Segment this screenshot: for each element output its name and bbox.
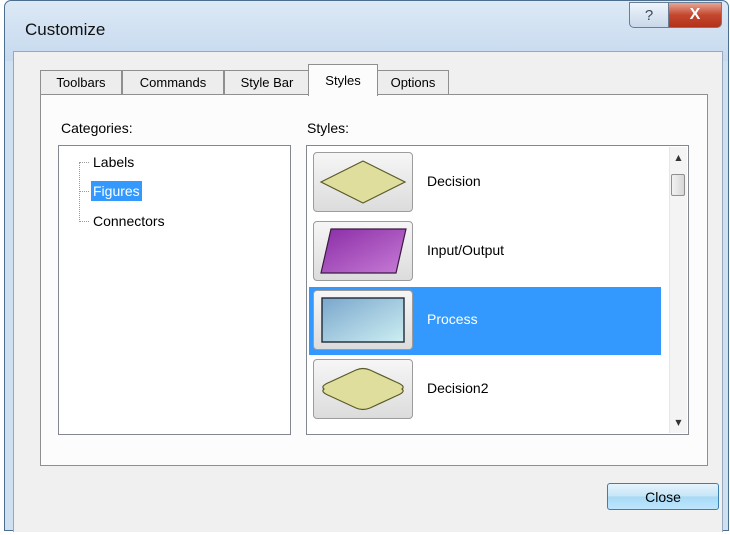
styles-scrollbar[interactable]: ▲ ▼ [669, 147, 687, 433]
tab-commands[interactable]: Commands [122, 70, 224, 94]
diamond-icon [319, 160, 407, 204]
categories-tree[interactable]: Labels Figures Connectors [58, 145, 291, 435]
help-button[interactable]: ? [629, 2, 669, 28]
tab-styles[interactable]: Styles [308, 64, 378, 96]
tab-toolbars[interactable]: Toolbars [40, 70, 122, 94]
window-close-button[interactable]: X [669, 2, 722, 28]
tree-item-figures[interactable]: Figures [91, 181, 142, 201]
style-name: Decision [427, 173, 481, 189]
tab-options[interactable]: Options [377, 70, 449, 94]
style-thumbnail [313, 290, 413, 350]
tab-label: Toolbars [56, 75, 106, 90]
tab-label: Options [390, 75, 436, 90]
styles-tab-panel: Categories: Styles: Labels Figures Conne… [40, 94, 708, 466]
style-thumbnail [313, 359, 413, 419]
close-icon: X [689, 6, 701, 23]
scroll-down-arrow-icon[interactable]: ▼ [670, 414, 687, 431]
style-name: Input/Output [427, 242, 505, 258]
close-button[interactable]: Close [607, 483, 719, 510]
styles-list[interactable]: Decision Input/Output Process Decision2 … [306, 145, 689, 435]
scroll-thumb[interactable] [671, 174, 685, 196]
tree-connector-line [79, 162, 89, 163]
rounded-diamond-icon [322, 367, 404, 411]
dialog-body: Toolbars Commands Style Bar Styles Optio… [13, 51, 723, 532]
styles-label: Styles: [307, 120, 350, 136]
style-thumbnail [313, 221, 413, 281]
tree-item-labels[interactable]: Labels [91, 152, 136, 172]
rectangle-icon [321, 297, 405, 343]
tree-connector-line [79, 221, 89, 222]
tab-label: Style Bar [240, 75, 294, 90]
tab-style-bar[interactable]: Style Bar [224, 70, 310, 94]
style-item-process[interactable]: Process [309, 287, 661, 355]
style-item-decision2[interactable]: Decision2 [309, 356, 661, 424]
help-icon: ? [644, 6, 654, 24]
close-button-label: Close [645, 488, 681, 505]
parallelogram-icon [320, 228, 407, 274]
window-title: Customize [25, 20, 106, 39]
tab-label: Commands [139, 75, 207, 90]
customize-dialog: Customize ? X Toolbars Commands Style Ba… [4, 0, 729, 532]
style-name: Process [427, 311, 478, 327]
style-item-input-output[interactable]: Input/Output [309, 218, 661, 286]
tree-connector-line [79, 162, 80, 222]
tree-connector-line [79, 191, 89, 192]
tree-item-connectors[interactable]: Connectors [91, 211, 167, 231]
style-item-decision[interactable]: Decision [309, 149, 661, 217]
style-thumbnail [313, 152, 413, 212]
categories-label: Categories: [61, 120, 133, 136]
style-name: Decision2 [427, 380, 489, 396]
tab-label: Styles [325, 73, 361, 88]
scroll-up-arrow-icon[interactable]: ▲ [670, 149, 687, 166]
